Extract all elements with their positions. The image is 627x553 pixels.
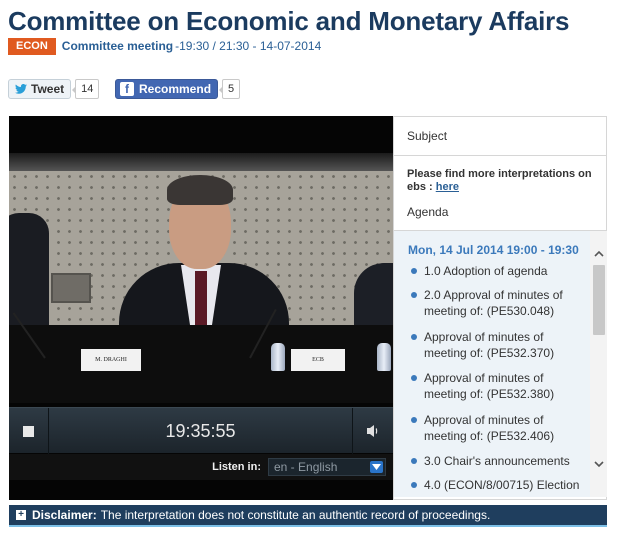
subject-label: Subject — [407, 129, 448, 143]
interpretations-note: Please find more interpretations on ebs … — [407, 168, 597, 194]
agenda-item[interactable]: 2.0 Approval of minutes of meeting of: (… — [410, 287, 586, 319]
speaker-hair — [167, 175, 233, 205]
scroll-up-button[interactable] — [590, 245, 607, 261]
tweet-button[interactable]: Tweet — [8, 79, 72, 99]
recommend-count: 5 — [219, 79, 241, 99]
agenda-label: Agenda — [407, 205, 449, 219]
chevron-down-icon — [370, 461, 383, 473]
committee-badge[interactable]: ECON — [8, 37, 56, 55]
volume-button[interactable] — [353, 408, 393, 454]
facebook-icon: f — [120, 82, 134, 96]
speaker-icon — [367, 425, 378, 437]
disclaimer-text: The interpretation does not constitute a… — [100, 508, 491, 522]
video-frame[interactable]: M. DRAGHI ECB — [9, 153, 393, 403]
agenda-item[interactable]: Approval of minutes of meeting of: (PE53… — [410, 370, 586, 402]
wall-panel — [51, 273, 91, 303]
player-controls: 19:35:55 — [9, 407, 393, 454]
agenda-item[interactable]: 1.0 Adoption of agenda — [410, 263, 586, 279]
expand-icon[interactable]: + — [16, 510, 26, 520]
timecode: 19:35:55 — [49, 408, 353, 454]
chevron-down-icon — [593, 460, 604, 467]
meeting-subline: ECON Committee meeting -19:30 / 21:30 - … — [8, 37, 321, 55]
agenda-list[interactable]: Mon, 14 Jul 2014 19:00 - 19:30 1.0 Adopt… — [394, 231, 590, 497]
recommend-label: Recommend — [139, 82, 212, 96]
here-link[interactable]: here — [436, 181, 459, 193]
language-value: en - English — [274, 460, 338, 474]
interpretations-text: Please find more interpretations on ebs … — [407, 168, 592, 193]
agenda-item[interactable]: Approval of minutes of meeting of: (PE53… — [410, 329, 586, 361]
facebook-share: f Recommend 5 — [115, 79, 241, 99]
disclaimer-bar: + Disclaimer: The interpretation does no… — [9, 505, 607, 527]
ceiling — [9, 153, 393, 171]
nameplate-draghi: M. DRAGHI — [81, 349, 141, 371]
agenda-item[interactable]: 4.0 (ECON/8/00715) Election — [410, 477, 586, 493]
tweet-share: Tweet 14 — [8, 79, 100, 99]
water-bottle-right — [377, 343, 391, 371]
scroll-thumb[interactable] — [593, 265, 605, 335]
agenda-scrollbar[interactable] — [590, 231, 607, 497]
listen-row: Listen in: en - English — [9, 454, 393, 480]
stop-button[interactable] — [9, 408, 49, 454]
divider — [394, 155, 606, 156]
meeting-time: -19:30 / 21:30 - 14-07-2014 — [175, 39, 322, 53]
scroll-down-button[interactable] — [590, 456, 607, 472]
speaker-tie — [195, 271, 207, 333]
chevron-up-icon — [593, 250, 604, 257]
agenda-item[interactable]: 3.0 Chair's announcements — [410, 453, 586, 469]
side-panel: Subject Please find more interpretations… — [393, 116, 607, 500]
nameplate-ecb: ECB — [291, 349, 345, 371]
stop-icon — [23, 425, 34, 437]
meeting-type-link[interactable]: Committee meeting — [62, 39, 173, 53]
tweet-label: Tweet — [31, 82, 65, 96]
page-title: Committee on Economic and Monetary Affai… — [8, 6, 570, 36]
language-select[interactable]: en - English — [268, 458, 386, 476]
disclaimer-label: Disclaimer: — [32, 508, 97, 522]
water-bottle — [271, 343, 285, 371]
tweet-count: 14 — [72, 79, 100, 99]
recommend-button[interactable]: f Recommend — [115, 79, 219, 99]
agenda-date: Mon, 14 Jul 2014 19:00 - 19:30 — [408, 243, 579, 257]
twitter-icon — [15, 84, 27, 94]
agenda-item[interactable]: Approval of minutes of meeting of: (PE53… — [410, 412, 586, 444]
listen-label: Listen in: — [212, 461, 261, 473]
video-player: M. DRAGHI ECB 19:35:55 Listen in: en - E… — [9, 116, 393, 500]
